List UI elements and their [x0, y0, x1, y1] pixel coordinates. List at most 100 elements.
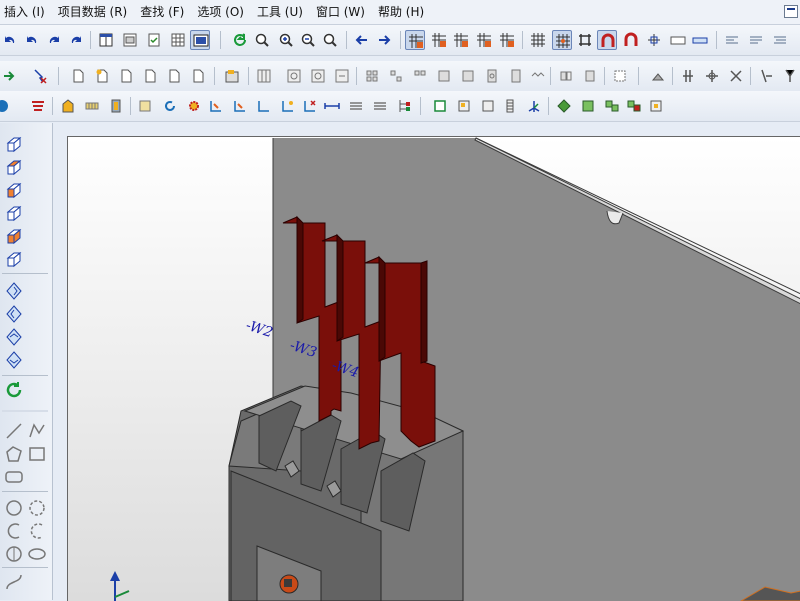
menu-tools[interactable]: 工具 (U): [253, 1, 312, 23]
terminal-icon[interactable]: [410, 66, 430, 86]
3d-viewport[interactable]: -W2 -W3 -W4: [67, 136, 800, 601]
rotate-view-icon[interactable]: [4, 327, 24, 347]
menu-insert[interactable]: 插入 (I): [0, 1, 54, 23]
route-icon[interactable]: [278, 96, 298, 116]
menu-project-data[interactable]: 项目数据 (R): [54, 1, 137, 23]
grid-c-icon[interactable]: [451, 30, 471, 50]
circle-icon[interactable]: [0, 96, 12, 116]
undo-icon[interactable]: [22, 30, 42, 50]
terminal-icon[interactable]: [434, 66, 454, 86]
refresh-icon[interactable]: [230, 30, 250, 50]
connector-icon[interactable]: [580, 66, 600, 86]
frame-icon[interactable]: [610, 66, 630, 86]
cube-icon[interactable]: [602, 96, 622, 116]
grid-e-icon[interactable]: [497, 30, 517, 50]
terminal-icon[interactable]: [482, 66, 502, 86]
box-icon[interactable]: [454, 96, 474, 116]
terminal-icon[interactable]: [386, 66, 406, 86]
wire-icon[interactable]: [528, 66, 548, 86]
menu-window[interactable]: 窗口 (W): [312, 1, 374, 23]
rotate-view-icon[interactable]: [4, 350, 24, 370]
list-icon[interactable]: [346, 96, 366, 116]
page-icon[interactable]: [140, 66, 160, 86]
polyline-icon[interactable]: [27, 421, 47, 441]
arrow-right-icon[interactable]: [374, 30, 394, 50]
terminal-icon[interactable]: [458, 66, 478, 86]
tree-icon[interactable]: [394, 96, 414, 116]
counter-icon[interactable]: [668, 30, 688, 50]
align-icon[interactable]: [746, 30, 766, 50]
rotate-view-icon[interactable]: [4, 304, 24, 324]
screen-icon[interactable]: [190, 30, 210, 50]
3d-scene[interactable]: -W2 -W3 -W4: [68, 137, 800, 601]
cabinet-icon[interactable]: [58, 96, 78, 116]
menu-options[interactable]: 选项 (O): [193, 1, 253, 23]
crosshair-icon[interactable]: [575, 30, 595, 50]
cube-view-icon[interactable]: [4, 135, 24, 155]
connection-icon[interactable]: [644, 30, 664, 50]
arc-icon[interactable]: [27, 521, 47, 541]
line-icon[interactable]: [4, 421, 24, 441]
terminal-icon[interactable]: [362, 66, 382, 86]
align-icon[interactable]: [770, 30, 790, 50]
terminal-icon[interactable]: [506, 66, 526, 86]
connector-icon[interactable]: [556, 66, 576, 86]
cube-icon[interactable]: [554, 96, 574, 116]
align-icon[interactable]: [722, 30, 742, 50]
cube-view-icon[interactable]: [4, 158, 24, 178]
zoom-100-icon[interactable]: [320, 30, 340, 50]
rail-icon[interactable]: [500, 96, 520, 116]
block-icon[interactable]: [254, 66, 274, 86]
cross-icon[interactable]: [756, 66, 776, 86]
rectangle-icon[interactable]: [690, 30, 710, 50]
undo-icon[interactable]: [0, 30, 20, 50]
grid-b-icon[interactable]: [429, 30, 449, 50]
cube-view-icon[interactable]: [4, 204, 24, 224]
axis-icon[interactable]: [524, 96, 544, 116]
grid-a-icon[interactable]: [405, 30, 425, 50]
circle-icon[interactable]: [27, 498, 47, 518]
pie-icon[interactable]: [4, 544, 24, 564]
ellipse-icon[interactable]: [27, 544, 47, 564]
route-icon[interactable]: [206, 96, 226, 116]
menu-find[interactable]: 查找 (F): [136, 1, 193, 23]
rectangle-icon[interactable]: [27, 444, 47, 464]
new-page-icon[interactable]: [92, 66, 112, 86]
route-icon[interactable]: [230, 96, 250, 116]
ellipse-icon[interactable]: [4, 467, 24, 487]
grid-icon[interactable]: [528, 30, 548, 50]
arrow-left-icon[interactable]: [352, 30, 372, 50]
filter-icon[interactable]: [30, 66, 50, 86]
cube-icon[interactable]: [578, 96, 598, 116]
check-page-icon[interactable]: [144, 30, 164, 50]
list-icon[interactable]: [370, 96, 390, 116]
cube-view-icon[interactable]: [4, 250, 24, 270]
redo-icon[interactable]: [44, 30, 64, 50]
cross-icon[interactable]: [780, 66, 800, 86]
arrow-right-icon[interactable]: [0, 66, 20, 86]
mount-icon[interactable]: [136, 96, 156, 116]
minimize-icon[interactable]: [784, 5, 798, 18]
polygon-icon[interactable]: [4, 444, 24, 464]
duct-icon[interactable]: [106, 96, 126, 116]
cross-icon[interactable]: [726, 66, 746, 86]
grid-d-icon[interactable]: [474, 30, 494, 50]
window-layout-icon[interactable]: [96, 30, 116, 50]
arc-icon[interactable]: [4, 521, 24, 541]
rotate-icon[interactable]: [160, 96, 180, 116]
device-icon[interactable]: [222, 66, 242, 86]
line-icon[interactable]: [678, 66, 698, 86]
menu-help[interactable]: 帮助 (H): [374, 1, 433, 23]
magnet-icon[interactable]: [621, 30, 641, 50]
zoom-window-icon[interactable]: [252, 30, 272, 50]
zoom-out-icon[interactable]: [298, 30, 318, 50]
cube-view-icon[interactable]: [4, 181, 24, 201]
dimension-icon[interactable]: [322, 96, 342, 116]
symbol-icon[interactable]: [308, 66, 328, 86]
gear-icon[interactable]: [184, 96, 204, 116]
page-icon[interactable]: [116, 66, 136, 86]
rail-icon[interactable]: [82, 96, 102, 116]
measure-icon[interactable]: [648, 66, 668, 86]
refresh-icon[interactable]: [4, 380, 24, 400]
route-icon[interactable]: [254, 96, 274, 116]
